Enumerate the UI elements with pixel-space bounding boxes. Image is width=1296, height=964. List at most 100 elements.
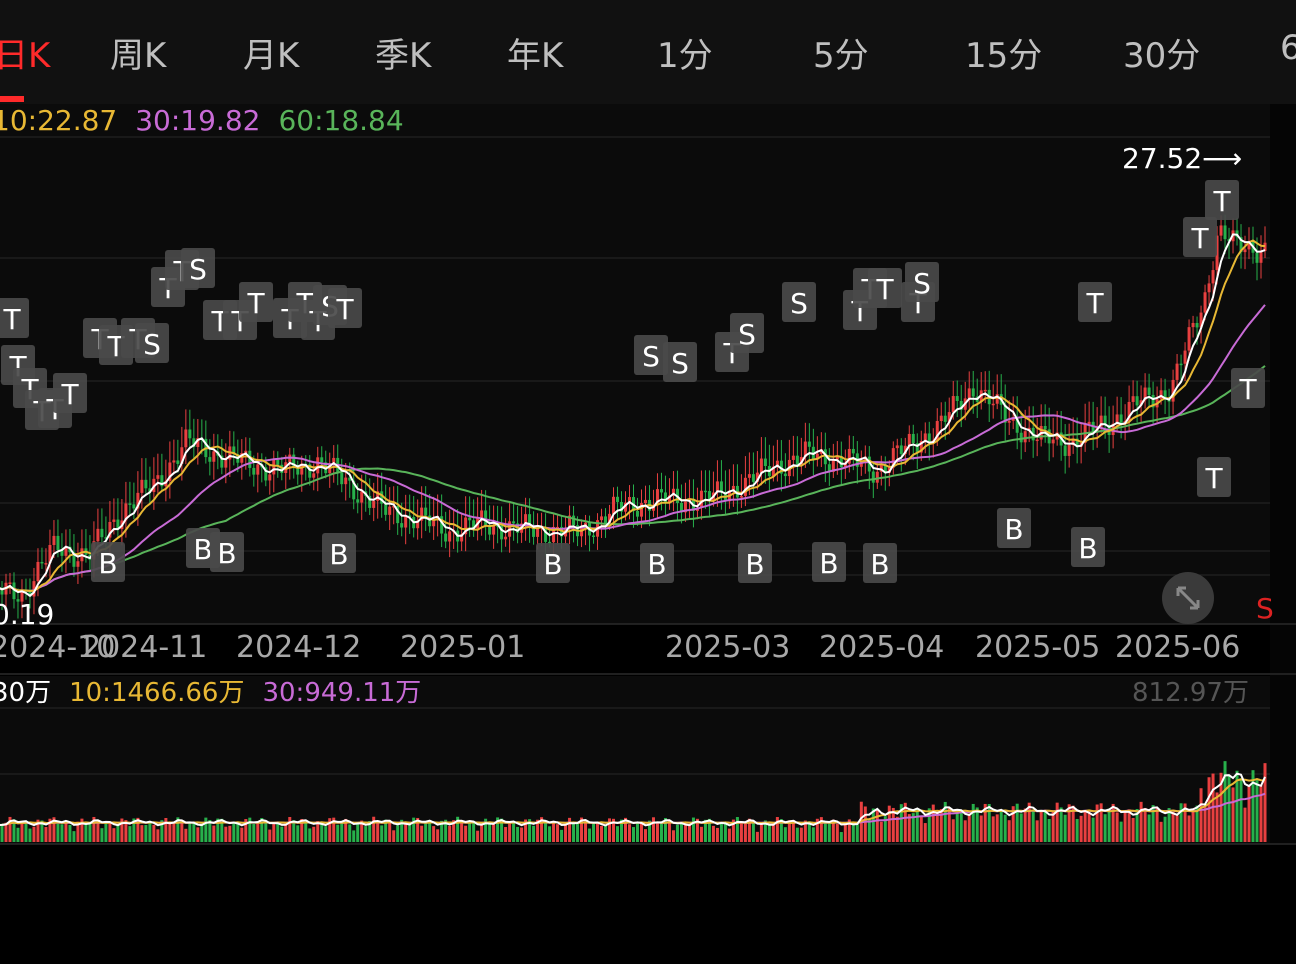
candle-body xyxy=(400,523,404,528)
candle-body xyxy=(871,471,875,483)
volume-bar xyxy=(88,821,92,842)
volume-bar xyxy=(512,821,516,842)
candle-body xyxy=(356,499,360,503)
candle-body xyxy=(448,531,452,542)
volume-bar xyxy=(1087,813,1091,842)
volume-bar xyxy=(168,823,172,842)
volume-bar xyxy=(68,824,72,842)
volume-bar xyxy=(204,817,208,842)
volume-bar xyxy=(212,825,216,842)
volume-bar xyxy=(56,823,60,842)
volume-bar xyxy=(1163,816,1167,842)
volume-bar xyxy=(156,829,160,842)
volume-bar xyxy=(999,810,1003,842)
volume-bar xyxy=(1083,810,1087,842)
volume-bar xyxy=(1131,817,1135,842)
candle-body xyxy=(184,429,188,448)
volume-bar xyxy=(1223,761,1227,842)
signal-marker-b: B xyxy=(98,547,117,580)
volume-bar xyxy=(727,828,731,842)
volume-bar xyxy=(751,822,755,842)
expand-button[interactable] xyxy=(1162,572,1214,624)
candle-body xyxy=(592,535,596,537)
volume-bar xyxy=(1079,815,1083,842)
volume-bar xyxy=(967,813,971,842)
signal-marker-b: B xyxy=(819,547,838,580)
volume-legend: 30万 10:1466.66万 30:949.11万 xyxy=(0,672,439,709)
signal-marker-s: S xyxy=(671,347,689,380)
volume-bar xyxy=(288,817,292,842)
volume-bar xyxy=(1191,808,1195,842)
candle-body xyxy=(763,458,767,467)
candle-body xyxy=(572,515,576,526)
signal-marker-b: B xyxy=(543,548,562,581)
volume-bar xyxy=(24,821,28,842)
x-tick-label: 2025-06 xyxy=(1115,630,1241,665)
volume-bar xyxy=(492,823,496,842)
signal-marker-s: S xyxy=(143,328,161,361)
volume-bar xyxy=(879,821,883,842)
candle-body xyxy=(1007,420,1011,423)
volume-bar xyxy=(152,824,156,842)
volume-bar xyxy=(1247,785,1251,842)
candle-body xyxy=(699,490,703,508)
candle-body xyxy=(96,528,100,542)
signal-marker-b: B xyxy=(329,538,348,571)
volume-bar xyxy=(1075,818,1079,842)
candle-body xyxy=(612,496,616,514)
volume-bar xyxy=(84,823,88,842)
volume-bar xyxy=(631,827,635,842)
candle-body xyxy=(372,500,376,508)
volume-bar xyxy=(144,824,148,842)
volume-bar xyxy=(1031,810,1035,842)
volume-bar xyxy=(1199,788,1203,842)
volume-bar xyxy=(915,808,919,842)
candle-body xyxy=(1035,439,1039,442)
volume-bar xyxy=(955,810,959,842)
candle-body xyxy=(659,489,663,493)
volume-bar xyxy=(959,811,963,842)
volume-bar xyxy=(1147,814,1151,842)
volume-bar xyxy=(16,827,20,842)
volume-bar xyxy=(616,826,620,842)
volume-bar xyxy=(572,821,576,842)
volume-bar xyxy=(1259,784,1263,842)
x-tick-label: 2025-04 xyxy=(819,630,945,665)
volume-bar xyxy=(436,829,440,842)
volume-bar xyxy=(1007,820,1011,842)
volume-bar xyxy=(592,823,596,842)
volume-bar xyxy=(236,823,240,842)
volume-bar xyxy=(739,822,743,842)
candle-body xyxy=(384,503,388,515)
volume-bar xyxy=(532,825,536,842)
volume-bar xyxy=(1127,809,1131,842)
candle-body xyxy=(188,429,192,439)
volume-bar xyxy=(771,823,775,842)
volume-bar xyxy=(759,824,763,842)
volume-bar xyxy=(504,827,508,842)
volume-bar xyxy=(424,822,428,842)
candle-body xyxy=(76,561,80,567)
volume-bar xyxy=(352,830,356,842)
volume-bar xyxy=(232,822,236,842)
expand-arrows-icon xyxy=(1176,586,1200,610)
candle-body xyxy=(875,471,879,483)
signal-marker-b: B xyxy=(647,548,666,581)
volume-bar xyxy=(408,824,412,842)
volume-bar xyxy=(392,830,396,842)
candle-body xyxy=(388,506,392,515)
volume-bar xyxy=(875,809,879,842)
candle-body xyxy=(132,504,136,509)
volume-bar xyxy=(108,822,112,842)
volume-bar xyxy=(1023,808,1027,842)
volume-bar xyxy=(552,821,556,842)
volume-bar xyxy=(755,831,759,842)
right-gutter xyxy=(1270,104,1296,844)
volume-bar xyxy=(823,823,827,842)
candle-body xyxy=(643,499,647,504)
kline-chart[interactable]: TTTTTTTTTSTTSTTTTTTSTSSTSSTTTTSTTTTTBBBB… xyxy=(0,0,1296,964)
signal-marker-b: B xyxy=(870,548,889,581)
candle-body xyxy=(895,445,899,449)
ma60-value: 60:18.84 xyxy=(278,104,404,137)
candle-body xyxy=(144,479,148,489)
